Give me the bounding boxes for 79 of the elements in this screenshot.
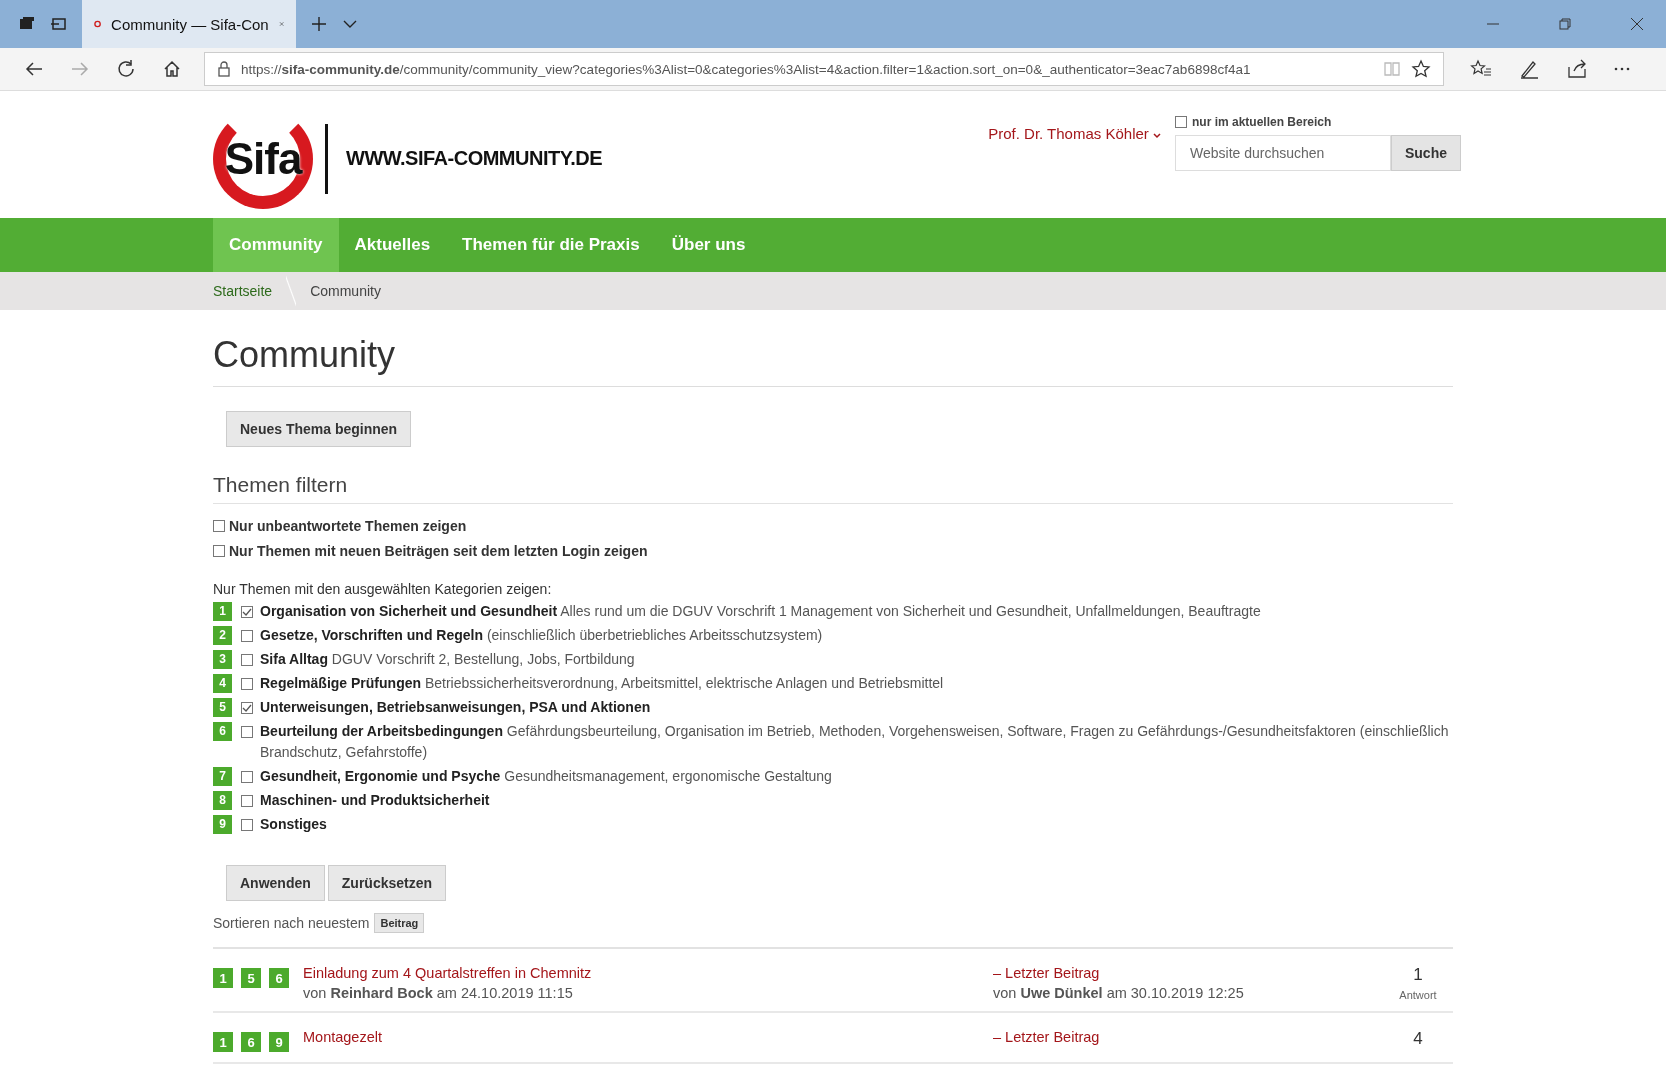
filter-button[interactable]: Zurücksetzen — [327, 865, 447, 901]
filter-checkbox[interactable] — [213, 545, 225, 557]
user-menu[interactable]: Prof. Dr. Thomas Köhler — [988, 125, 1161, 218]
sort-button[interactable]: Beitrag — [374, 913, 425, 933]
category-label: Organisation von Sicherheit und Gesundheit Alles rund um die DGUV Vorschrift 1 Management von Sicherheit und Gesundheit, Unfallmeldungen, Beauftragte — [260, 602, 1261, 621]
category-label: Sifa Alltag DGUV Vorschrift 2, Bestellung, Jobs, Fortbildung — [260, 650, 635, 669]
tab-actions-icon[interactable] — [18, 16, 36, 32]
caret-icon — [1153, 133, 1161, 139]
scope-label: nur im aktuellen Bereich — [1192, 115, 1332, 129]
filter-label: Nur Themen mit neuen Beiträgen seit dem letzten Login zeigen — [229, 543, 648, 559]
last-post-link[interactable]: – Letzter Beitrag — [993, 965, 1383, 981]
category-label: Maschinen- und Produktsicherheit — [260, 791, 490, 810]
back-icon[interactable] — [24, 60, 44, 78]
home-icon[interactable] — [162, 59, 182, 79]
reply-count-label: Antwort — [1399, 989, 1437, 1001]
category-number: 4 — [213, 674, 232, 693]
refresh-icon[interactable] — [116, 59, 136, 79]
restore-icon[interactable] — [1558, 17, 1572, 31]
category-number: 3 — [213, 650, 232, 669]
filter-label: Nur unbeantwortete Themen zeigen — [229, 518, 467, 534]
new-tab-icon[interactable] — [310, 15, 328, 33]
category-checkbox[interactable] — [241, 630, 253, 642]
category-number: 9 — [213, 815, 232, 834]
category-checkbox[interactable] — [241, 819, 253, 831]
category-checkbox[interactable] — [241, 654, 253, 666]
reply-count: 4 — [1413, 1029, 1423, 1049]
category-label: Regelmäßige Prüfungen Betriebssicherheitsverordnung, Arbeitsmittel, elektrische Anlagen und Betriebsmittel — [260, 674, 944, 693]
page-title: Community — [213, 334, 1453, 387]
tab-list-icon[interactable] — [50, 16, 68, 32]
category-tag: 9 — [269, 1032, 289, 1052]
more-icon[interactable] — [1614, 66, 1630, 72]
favorites-icon[interactable] — [1470, 59, 1492, 79]
category-checkbox[interactable] — [241, 771, 253, 783]
category-tag: 6 — [269, 968, 289, 988]
category-label: Gesetze, Vorschriften und Regeln (einschließlich überbetriebliches Arbeitsschutzsystem) — [260, 626, 823, 645]
category-checkbox[interactable] — [241, 702, 253, 714]
category-number: 6 — [213, 722, 232, 741]
category-checkbox[interactable] — [241, 606, 253, 618]
section-heading: Themen filtern — [213, 473, 1453, 504]
topic-title[interactable]: Montagezelt — [303, 1029, 993, 1045]
category-checkbox[interactable] — [241, 678, 253, 690]
categories-label: Nur Themen mit den ausgewählten Kategorien zeigen: — [213, 581, 553, 597]
filter-button[interactable]: Anwenden — [226, 865, 325, 901]
category-checkbox[interactable] — [241, 726, 253, 738]
new-topic-button[interactable]: Neues Thema beginnen — [226, 411, 412, 447]
topic-title[interactable]: Einladung zum 4 Quartalstreffen in Chemnitz — [303, 965, 993, 981]
category-tag: 1 — [213, 968, 233, 988]
close-icon[interactable] — [1630, 17, 1644, 31]
browser-tab[interactable]: Community — Sifa-Con — [82, 0, 296, 48]
category-tag: 6 — [241, 1032, 261, 1052]
breadcrumb-item[interactable]: Startseite — [213, 283, 273, 299]
star-icon[interactable] — [1411, 59, 1431, 79]
sort-label: Sortieren nach neuestem — [213, 915, 370, 931]
category-tag: 5 — [241, 968, 261, 988]
pen-icon[interactable] — [1518, 59, 1540, 79]
last-post-byline: von Uwe Dünkel am 30.10.2019 12:25 — [993, 985, 1245, 1001]
search-button[interactable]: Suche — [1391, 135, 1461, 171]
category-label: Gesundheit, Ergonomie und Psyche Gesundheitsmanagement, ergonomische Gestaltung — [260, 767, 832, 786]
category-tag: 1 — [213, 1032, 233, 1052]
category-label: Sonstiges — [260, 815, 327, 834]
category-label: Unterweisungen, Betriebsanweisungen, PSA und Aktionen — [260, 698, 651, 717]
category-number: 2 — [213, 626, 232, 645]
category-number: 5 — [213, 698, 232, 717]
category-label: Beurteilung der Arbeitsbedingungen Gefährdungsbeurteilung, Organisation im Betrieb, Methoden, Vorgehensweisen, Software, Fragen zu Gefährdungs-/Gesundheitsfaktoren (einschließlich Brandschutz, Gefahrstoffe) — [260, 722, 1450, 762]
category-number: 8 — [213, 791, 232, 810]
breadcrumb-item[interactable]: Community — [310, 283, 381, 299]
filter-checkbox[interactable] — [213, 520, 225, 532]
category-number: 7 — [213, 767, 232, 786]
reply-count: 1 — [1413, 965, 1423, 985]
topic-byline: von Reinhard Bock am 24.10.2019 11:15 — [303, 985, 574, 1001]
share-icon[interactable] — [1566, 59, 1588, 79]
lock-icon — [217, 61, 231, 77]
scope-checkbox[interactable] — [1175, 116, 1187, 128]
category-number: 1 — [213, 602, 232, 621]
site-name[interactable]: WWW.SIFA-COMMUNITY.DE — [346, 147, 603, 170]
category-checkbox[interactable] — [241, 795, 253, 807]
last-post-link[interactable]: – Letzter Beitrag — [993, 1029, 1383, 1045]
address-field[interactable]: https://sifa-community.de/community/community_view?categories%3Alist=0&categories%3Alist=4&action.filter=1&action.sort_on=0&_authenticator=3eac7ab6898cf4a1 — [204, 52, 1444, 86]
search-field[interactable]: Website durchsuchen — [1175, 135, 1391, 171]
